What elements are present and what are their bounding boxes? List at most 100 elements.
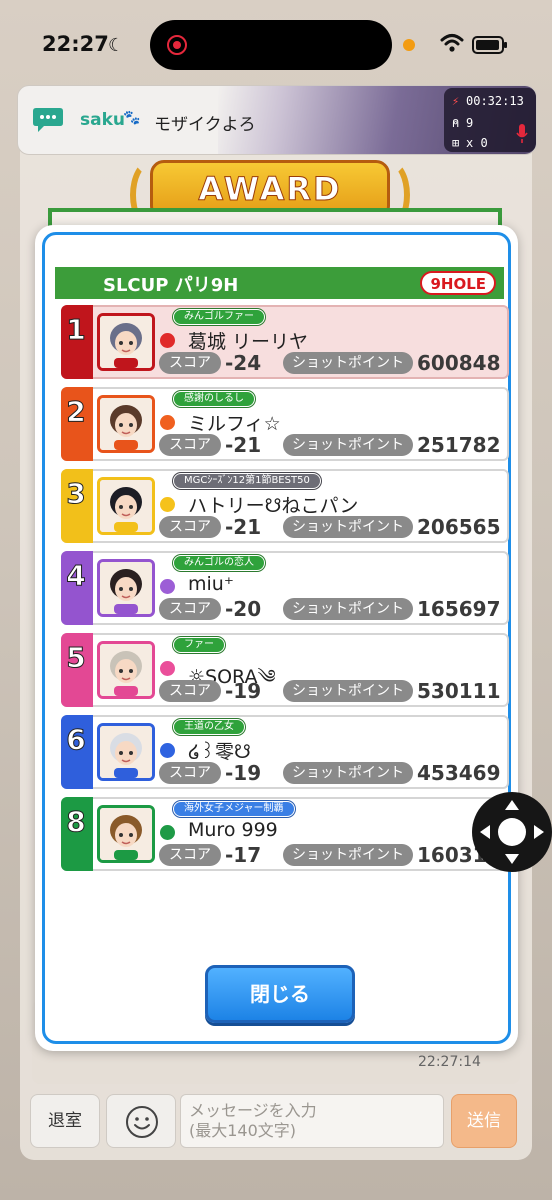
player-avatar[interactable] (97, 805, 155, 863)
player-avatar[interactable] (97, 559, 155, 617)
room-timer: 00:32:13 (466, 94, 524, 108)
score-label: スコア (159, 844, 221, 866)
shot-points-value: 600848 (417, 351, 501, 375)
results-modal-frame: SLCUP パリ9H 9HOLE 1 みんゴルファー 葛城 リーリヤ スコア -24 ショ… (42, 232, 511, 1044)
player-title-badge: 感謝のしるし (173, 391, 255, 407)
score-value: -17 (225, 843, 262, 867)
mic-indicator-icon (403, 39, 415, 51)
player-title-badge: MGCｼｰｽﾞﾝ12第1節BEST50 (173, 473, 321, 489)
avatar-icon (100, 316, 152, 368)
battery-icon (472, 36, 507, 54)
shot-points-label: ショットポイント (283, 844, 413, 866)
player-color-dot (160, 661, 175, 676)
clock-time: 22:27 (42, 32, 109, 56)
message-input[interactable]: メッセージを入力 (最大140文字) (180, 1094, 444, 1148)
chat-message: モザイクよろ (154, 115, 256, 135)
player-color-dot (160, 579, 175, 594)
rank-number: 3 (66, 477, 86, 511)
shot-points-value: 530111 (417, 679, 501, 703)
leaderboard-row[interactable]: 4 みんゴルの恋人 miu⁺ スコア -20 ショットポイント 165697 (61, 551, 509, 625)
rank-number: 8 (66, 805, 86, 839)
rank-number: 2 (66, 395, 86, 429)
leaderboard-row[interactable]: 8 海外女子メジャー制覇 Muro 999 スコア -17 ショットポイント 160316 (61, 797, 509, 871)
moon-icon: ☾ (108, 35, 125, 56)
player-color-dot (160, 415, 175, 430)
rank-number: 1 (66, 313, 86, 347)
rank-tab: 4 (61, 551, 93, 625)
score-value: -19 (225, 761, 262, 785)
listener-count: 9 (466, 116, 474, 130)
emoji-icon (126, 1106, 158, 1138)
player-name: ミルフィ☆ (188, 413, 281, 435)
player-avatar[interactable] (97, 723, 155, 781)
player-name: ハトリー☋ねこパン (188, 495, 359, 517)
rank-tab: 6 (61, 715, 93, 789)
mic-icon[interactable] (516, 124, 528, 144)
leaderboard-row[interactable]: 3 MGCｼｰｽﾞﾝ12第1節BEST50 ハトリー☋ねこパン スコア -21 ショットポ… (61, 469, 509, 543)
rank-tab: 3 (61, 469, 93, 543)
score-label: スコア (159, 516, 221, 538)
player-avatar[interactable] (97, 477, 155, 535)
course-header: SLCUP パリ9H 9HOLE (55, 267, 504, 299)
shot-points-label: ショットポイント (283, 598, 413, 620)
rank-tab: 5 (61, 633, 93, 707)
dpad-down-icon[interactable] (505, 854, 519, 864)
leaderboard-row[interactable]: 6 王道の乙女 ໒꒱零☋ スコア -19 ショットポイント 453469 (61, 715, 509, 789)
room-stats: ⚡ 00:32:13 ⍝ 9 ⊞ x 0 (444, 88, 536, 152)
player-name: ໒꒱零☋ (188, 741, 251, 763)
avatar-icon (100, 726, 152, 778)
score-value: -21 (225, 433, 262, 457)
rank-tab: 1 (61, 305, 93, 379)
avatar-icon (100, 644, 152, 696)
player-title-badge: 海外女子メジャー制覇 (173, 801, 295, 817)
gift-icon: ⊞ (452, 136, 460, 150)
score-label: スコア (159, 680, 221, 702)
avatar-icon (100, 808, 152, 860)
chat-notification-bar[interactable]: saku 🐾 モザイクよろ ⚡ 00:32:13 ⍝ 9 ⊞ x 0 (17, 85, 537, 155)
player-color-dot (160, 497, 175, 512)
leaderboard-row[interactable]: 1 みんゴルファー 葛城 リーリヤ スコア -24 ショットポイント 600848 (61, 305, 509, 379)
wifi-icon (440, 34, 464, 52)
leave-room-button[interactable]: 退室 (30, 1094, 100, 1148)
shot-points-label: ショットポイント (283, 680, 413, 702)
shot-points-label: ショットポイント (283, 352, 413, 374)
rank-number: 4 (66, 559, 86, 593)
player-color-dot (160, 825, 175, 840)
recording-icon (167, 35, 187, 55)
gift-count: x 0 (466, 136, 488, 150)
chat-timestamp: 22:27:14 (418, 1054, 481, 1070)
avatar-icon (100, 562, 152, 614)
score-label: スコア (159, 762, 221, 784)
shot-points-value: 251782 (417, 433, 501, 457)
shot-points-label: ショットポイント (283, 434, 413, 456)
dpad-left-icon[interactable] (480, 825, 490, 839)
player-avatar[interactable] (97, 641, 155, 699)
score-label: スコア (159, 434, 221, 456)
bolt-icon: ⚡ (452, 94, 460, 108)
shot-points-value: 206565 (417, 515, 501, 539)
dpad-up-icon[interactable] (505, 800, 519, 810)
emoji-button[interactable] (106, 1094, 176, 1148)
close-button[interactable]: 閉じる (205, 965, 355, 1023)
player-title-badge: ファー (173, 637, 225, 653)
player-title-badge: 王道の乙女 (173, 719, 245, 735)
rank-number: 5 (66, 641, 86, 675)
send-button[interactable]: 送信 (451, 1094, 517, 1148)
avatar-icon (100, 480, 152, 532)
dpad-center-icon[interactable] (498, 818, 526, 846)
player-name: Muro 999 (188, 819, 278, 841)
rank-number: 6 (66, 723, 86, 757)
dpad-right-icon[interactable] (534, 825, 544, 839)
player-avatar[interactable] (97, 395, 155, 453)
player-avatar[interactable] (97, 313, 155, 371)
shot-points-label: ショットポイント (283, 516, 413, 538)
leaderboard-row[interactable]: 5 ファー ☼SORA༄ スコア -19 ショットポイント 530111 (61, 633, 509, 707)
player-name: miu⁺ (188, 573, 234, 595)
player-title-badge: みんゴルの恋人 (173, 555, 265, 571)
leaderboard-row[interactable]: 2 感謝のしるしミルフィ☆ スコア -21 ショットポイント 251782 (61, 387, 509, 461)
player-color-dot (160, 743, 175, 758)
score-label: スコア (159, 352, 221, 374)
results-modal: SLCUP パリ9H 9HOLE 1 みんゴルファー 葛城 リーリヤ スコア -24 ショ… (35, 225, 518, 1051)
avatar-icon (100, 398, 152, 450)
dpad-icon[interactable] (472, 792, 552, 872)
